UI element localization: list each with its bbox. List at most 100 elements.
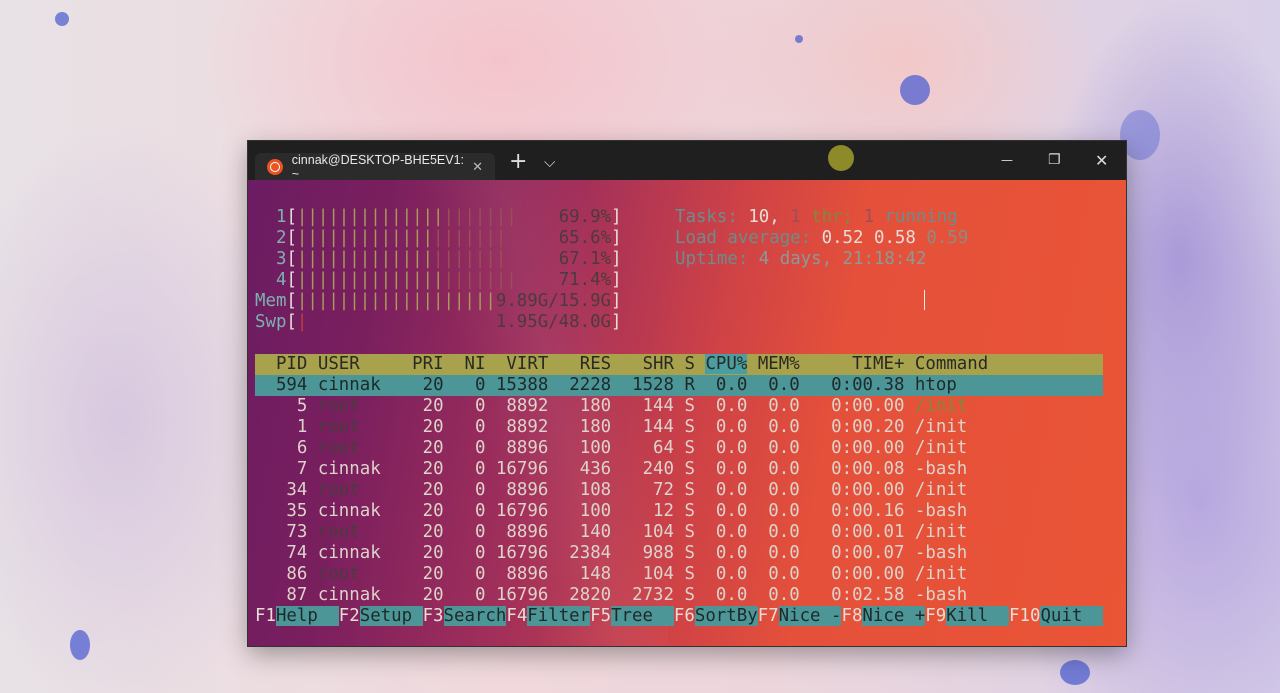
dropdown-chevron-icon[interactable]: ⌵ (544, 153, 555, 171)
fkey-label-f9[interactable]: Kill (946, 606, 1010, 626)
process-row[interactable]: 86 root 20 0 8896 148 104 S 0.0 0.0 0:00… (255, 564, 967, 585)
tab-ubuntu[interactable]: cinnak@DESKTOP-BHE5EV1: ~ ✕ (255, 153, 495, 181)
meter-3: 3[|||||||||||||||||||| 67.1%] (255, 249, 622, 270)
cell-ni: 0 (474, 585, 486, 605)
cell-s: S (684, 543, 695, 563)
meter-open-bracket: [ (286, 249, 297, 269)
fkey-label-f8[interactable]: Nice + (862, 606, 926, 626)
process-row[interactable]: 34 root 20 0 8896 108 72 S 0.0 0.0 0:00.… (255, 480, 967, 501)
process-row[interactable]: 594 cinnak 20 0 15388 2228 1528 R 0.0 0.… (255, 375, 1103, 396)
fkey-f6[interactable]: F6 (674, 606, 695, 626)
cell-res: 100 (579, 501, 612, 521)
cell-virt: 15388 (495, 375, 549, 395)
text-cursor (924, 290, 925, 310)
cell-pri: 20 (422, 480, 444, 500)
title-bar[interactable]: cinnak@DESKTOP-BHE5EV1: ~ ✕ + ⌵ — ❐ ✕ (248, 141, 1126, 181)
cell-pid: 87 (286, 585, 308, 605)
column-header-ni[interactable]: NI (465, 354, 486, 374)
tab-close-icon[interactable]: ✕ (472, 159, 483, 175)
fkey-f7[interactable]: F7 (758, 606, 779, 626)
process-row[interactable]: 5 root 20 0 8892 180 144 S 0.0 0.0 0:00.… (255, 396, 967, 417)
cell-mem: 0.0 (768, 417, 800, 437)
process-row[interactable]: 87 cinnak 20 0 16796 2820 2732 S 0.0 0.0… (255, 585, 967, 606)
cell-cmd: /init (914, 522, 968, 542)
cell-virt: 8896 (506, 480, 549, 500)
cell-s: S (684, 438, 695, 458)
meter-2: 2[|||||||||||||||||||| 65.6%] (255, 228, 622, 249)
process-row[interactable]: 6 root 20 0 8896 100 64 S 0.0 0.0 0:00.0… (255, 438, 967, 459)
cell-time: 0:00.20 (831, 417, 905, 437)
meter-4: 4[||||||||||||||||||||| 71.4%] (255, 270, 622, 291)
meter-bar-empty (506, 249, 558, 269)
cell-res: 100 (579, 438, 612, 458)
fkey-label-f4[interactable]: Filter (527, 606, 591, 626)
minimize-button[interactable]: — (1001, 153, 1013, 167)
meter-bar-used: |||||||||||||| (296, 270, 444, 290)
fkey-f1[interactable]: F1 (255, 606, 276, 626)
load-average-line: Load average: 0.52 0.58 0.59 (675, 228, 969, 248)
fkey-label-f7[interactable]: Nice - (778, 606, 842, 626)
cell-cpu: 0.0 (715, 459, 748, 479)
cell-cpu: 0.0 (715, 417, 748, 437)
column-header-shr[interactable]: SHR (643, 354, 674, 374)
fkey-f3[interactable]: F3 (423, 606, 444, 626)
meter-bar-empty (307, 312, 495, 332)
tasks-line: Tasks: 10, 1 thr; 1 running (675, 207, 958, 227)
cell-ni: 0 (474, 543, 486, 563)
column-header-virt[interactable]: VIRT (506, 354, 548, 374)
cell-res: 180 (579, 396, 612, 416)
process-row[interactable]: 7 cinnak 20 0 16796 436 240 S 0.0 0.0 0:… (255, 459, 967, 480)
cell-user: root (317, 438, 360, 458)
column-header-command[interactable]: Command (915, 354, 988, 374)
htop-terminal[interactable]: 1[||||||||||||||||||||| 69.9%] 2[|||||||… (248, 180, 1126, 646)
cell-shr: 144 (642, 396, 674, 416)
fkey-f5[interactable]: F5 (590, 606, 611, 626)
cell-mem: 0.0 (768, 459, 800, 479)
meter-open-bracket: [ (286, 312, 297, 332)
fkey-f2[interactable]: F2 (339, 606, 360, 626)
column-header-user[interactable]: USER (318, 354, 360, 374)
close-button[interactable]: ✕ (1095, 151, 1108, 170)
cell-user: cinnak (317, 459, 381, 479)
column-header-res[interactable]: RES (580, 354, 611, 374)
cell-mem: 0.0 (768, 543, 800, 563)
process-row[interactable]: 73 root 20 0 8896 140 104 S 0.0 0.0 0:00… (255, 522, 967, 543)
cell-user: cinnak (317, 543, 381, 563)
fkey-f9[interactable]: F9 (925, 606, 946, 626)
process-row[interactable]: 74 cinnak 20 0 16796 2384 988 S 0.0 0.0 … (255, 543, 967, 564)
cell-mem: 0.0 (768, 375, 800, 395)
fkey-label-f5[interactable]: Tree (611, 606, 674, 626)
cell-cmd: htop (914, 375, 957, 395)
cell-pri: 20 (422, 396, 444, 416)
cell-pid: 86 (286, 564, 308, 584)
cell-cmd: -bash (914, 501, 968, 521)
cell-pid: 594 (275, 375, 308, 395)
cell-user: root (317, 564, 360, 584)
cell-ni: 0 (474, 480, 486, 500)
column-header-cpu[interactable]: CPU% (705, 354, 748, 374)
fkey-label-f2[interactable]: Setup (359, 606, 423, 626)
column-header-mem[interactable]: MEM% (758, 354, 800, 374)
cell-ni: 0 (474, 459, 486, 479)
meter-value: 65.6% (558, 228, 612, 248)
process-row[interactable]: 35 cinnak 20 0 16796 100 12 S 0.0 0.0 0:… (255, 501, 967, 522)
column-header-pri[interactable]: PRI (412, 354, 443, 374)
cell-pid: 1 (296, 417, 308, 437)
cell-time: 0:00.16 (831, 501, 905, 521)
new-tab-button[interactable]: + (509, 149, 527, 174)
cell-cpu: 0.0 (715, 480, 748, 500)
process-table-header[interactable]: PID USER PRI NI VIRT RES SHR S CPU% MEM%… (255, 354, 1103, 375)
column-header-time[interactable]: TIME+ (852, 354, 904, 374)
maximize-button[interactable]: ❐ (1048, 152, 1061, 168)
fkey-label-f1[interactable]: Help (275, 606, 339, 626)
fkey-f8[interactable]: F8 (841, 606, 862, 626)
column-header-pid[interactable]: PID (276, 354, 307, 374)
fkey-f4[interactable]: F4 (506, 606, 527, 626)
fkey-label-f6[interactable]: SortBy (694, 606, 758, 626)
process-row[interactable]: 1 root 20 0 8892 180 144 S 0.0 0.0 0:00.… (255, 417, 967, 438)
fkey-label-f3[interactable]: Search (443, 606, 507, 626)
fkey-f10[interactable]: F10 (1009, 606, 1040, 626)
fkey-label-f10[interactable]: Quit (1040, 606, 1104, 626)
column-header-s[interactable]: S (684, 354, 694, 374)
meter-value: 9.89G/15.9G (495, 291, 612, 311)
